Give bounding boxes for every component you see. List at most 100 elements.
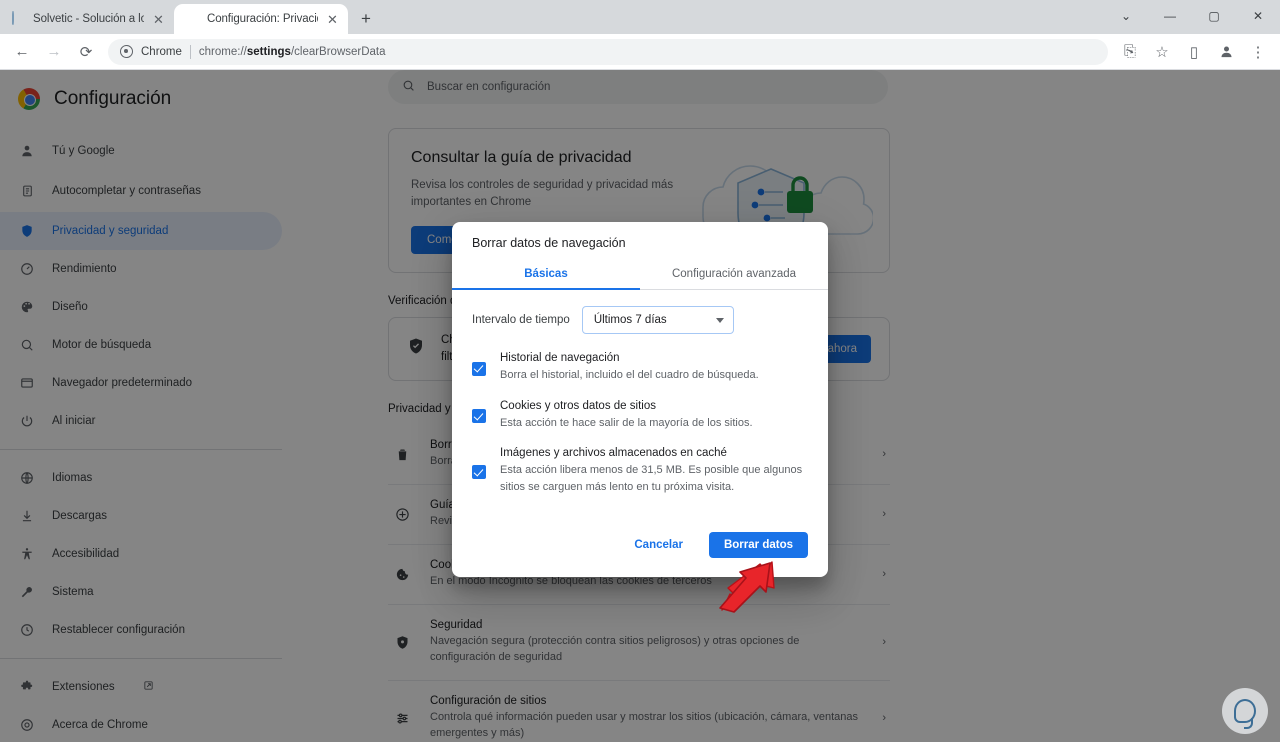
search-placeholder: Buscar en configuración bbox=[427, 81, 551, 93]
cancel-button[interactable]: Cancelar bbox=[618, 531, 699, 559]
sidebar-item-al-iniciar[interactable]: Al iniciar bbox=[0, 402, 282, 440]
sidebar-item-sistema[interactable]: Sistema bbox=[0, 573, 282, 611]
palette-icon bbox=[18, 300, 36, 314]
url-bold: settings bbox=[246, 45, 291, 58]
close-icon[interactable]: ✕ bbox=[325, 12, 340, 27]
security-shield-icon bbox=[392, 635, 412, 650]
option-title: Cookies y otros datos de sitios bbox=[500, 399, 656, 412]
sidebar-item-label: Sistema bbox=[52, 585, 94, 598]
settings-row-seguridad[interactable]: Seguridad Navegación segura (protección … bbox=[388, 605, 890, 681]
chevron-down-icon bbox=[715, 317, 724, 323]
row-text: Seguridad Navegación segura (protección … bbox=[430, 619, 864, 666]
chrome-menu-icon[interactable]: ⋮ bbox=[1244, 38, 1272, 66]
power-icon bbox=[18, 414, 36, 428]
side-panel-icon[interactable]: ▯ bbox=[1180, 38, 1208, 66]
restore-icon bbox=[18, 623, 36, 637]
sidebar-item-diseno[interactable]: Diseño bbox=[0, 288, 282, 326]
maximize-icon[interactable]: ▢ bbox=[1192, 0, 1236, 32]
reload-icon[interactable]: ⟳ bbox=[72, 38, 100, 66]
globe-icon bbox=[18, 471, 36, 485]
address-bar[interactable]: Chrome chrome://settings/clearBrowserDat… bbox=[108, 38, 1108, 65]
chrome-icon bbox=[18, 718, 36, 732]
bookmark-star-icon[interactable]: ☆ bbox=[1148, 38, 1176, 66]
browser-tab-solvetic[interactable]: Solvetic - Solución a los problem ✕ bbox=[0, 4, 174, 34]
sidebar-item-label: Motor de búsqueda bbox=[52, 338, 152, 351]
guide-icon bbox=[392, 507, 412, 522]
sidebar-item-privacidad-y-seguridad[interactable]: Privacidad y seguridad bbox=[0, 212, 282, 250]
shield-globe-icon bbox=[18, 224, 36, 238]
option-historial-navegacion[interactable]: Historial de navegación Borra el histori… bbox=[472, 352, 808, 384]
checkbox-cookies[interactable] bbox=[472, 409, 486, 424]
minimize-icon[interactable]: — bbox=[1148, 0, 1192, 32]
external-link-icon bbox=[143, 680, 154, 694]
search-input[interactable]: Buscar en configuración bbox=[388, 70, 888, 104]
dialog-title: Borrar datos de navegación bbox=[472, 236, 626, 250]
sidebar-item-label: Accesibilidad bbox=[52, 547, 120, 560]
settings-title-text: Configuración bbox=[54, 88, 172, 109]
tab-basicas[interactable]: Básicas bbox=[452, 260, 640, 290]
checkbox-historial[interactable] bbox=[472, 361, 486, 376]
sidebar-item-label: Tú y Google bbox=[52, 144, 115, 157]
sidebar-item-label: Extensiones bbox=[52, 680, 115, 693]
share-icon[interactable]: ⎘ bbox=[1116, 38, 1144, 66]
forward-icon[interactable]: → bbox=[40, 38, 68, 66]
settings-row-configuracion-sitios[interactable]: Configuración de sitios Controla qué inf… bbox=[388, 681, 890, 742]
option-cookies[interactable]: Cookies y otros datos de sitios Esta acc… bbox=[472, 400, 808, 432]
back-icon[interactable]: ← bbox=[8, 38, 36, 66]
sidebar-item-label: Acerca de Chrome bbox=[52, 718, 148, 731]
speedometer-icon bbox=[18, 262, 36, 276]
sidebar-item-extensiones[interactable]: Extensiones bbox=[0, 668, 282, 706]
tab-configuracion-avanzada[interactable]: Configuración avanzada bbox=[640, 260, 828, 289]
chevron-right-icon: › bbox=[882, 448, 886, 461]
option-title: Imágenes y archivos almacenados en caché bbox=[500, 447, 727, 459]
wrench-icon bbox=[18, 585, 36, 599]
page-title: Configuración bbox=[0, 70, 300, 118]
row-subtitle: Navegación segura (protección contra sit… bbox=[430, 634, 800, 663]
sidebar-item-label: Privacidad y seguridad bbox=[52, 224, 169, 237]
sidebar-item-motor-de-busqueda[interactable]: Motor de búsqueda bbox=[0, 326, 282, 364]
browser-window-icon bbox=[18, 376, 36, 390]
option-cache[interactable]: Imágenes y archivos almacenados en caché… bbox=[472, 447, 808, 495]
option-title: Historial de navegación bbox=[500, 352, 620, 364]
time-range-value: Últimos 7 días bbox=[593, 314, 667, 326]
site-label: Chrome bbox=[141, 45, 182, 58]
sidebar-item-autocompletar[interactable]: Autocompletar y contraseñas bbox=[0, 170, 282, 212]
url-suffix: /clearBrowserData bbox=[290, 45, 386, 58]
close-window-icon[interactable]: ✕ bbox=[1236, 0, 1280, 32]
browser-toolbar: ← → ⟳ Chrome chrome://settings/clearBrow… bbox=[0, 34, 1280, 70]
option-subtitle: Borra el historial, incluido el del cuad… bbox=[500, 369, 759, 381]
sidebar-item-label: Restablecer configuración bbox=[52, 623, 185, 636]
chrome-icon bbox=[120, 45, 133, 58]
sidebar-item-label: Idiomas bbox=[52, 471, 93, 484]
sidebar-item-navegador-predeterminado[interactable]: Navegador predeterminado bbox=[0, 364, 282, 402]
url-prefix: chrome:// bbox=[198, 45, 247, 58]
option-text: Imágenes y archivos almacenados en caché… bbox=[500, 447, 808, 495]
clear-browsing-data-dialog: Borrar datos de navegación Básicas Confi… bbox=[452, 222, 828, 577]
tab-search-icon[interactable]: ⌄ bbox=[1104, 0, 1148, 32]
sidebar-item-acerca-de-chrome[interactable]: Acerca de Chrome bbox=[0, 706, 282, 742]
tab-title: Solvetic - Solución a los problem bbox=[33, 13, 144, 25]
clear-data-button[interactable]: Borrar datos bbox=[708, 532, 808, 558]
sidebar-item-idiomas[interactable]: Idiomas bbox=[0, 459, 282, 497]
time-range-select[interactable]: Últimos 7 días bbox=[581, 306, 734, 334]
profile-avatar-icon[interactable] bbox=[1212, 38, 1240, 66]
sliders-icon bbox=[392, 711, 412, 726]
tab-strip: Solvetic - Solución a los problem ✕ Conf… bbox=[0, 0, 1280, 34]
new-tab-button[interactable]: + bbox=[352, 5, 380, 33]
checkbox-cache[interactable] bbox=[472, 465, 486, 479]
time-range-label: Intervalo de tiempo bbox=[472, 314, 570, 326]
dialog-body: Intervalo de tiempo Últimos 7 días Histo… bbox=[452, 290, 828, 531]
sidebar-item-accesibilidad[interactable]: Accesibilidad bbox=[0, 535, 282, 573]
sidebar-item-descargas[interactable]: Descargas bbox=[0, 497, 282, 535]
sidebar-divider bbox=[0, 658, 282, 659]
sidebar-item-rendimiento[interactable]: Rendimiento bbox=[0, 250, 282, 288]
browser-tab-settings[interactable]: Configuración: Privacidad y segu ✕ bbox=[174, 4, 348, 34]
chevron-right-icon: › bbox=[882, 636, 886, 649]
sidebar-item-tu-y-google[interactable]: Tú y Google bbox=[0, 132, 282, 170]
close-icon[interactable]: ✕ bbox=[151, 12, 166, 27]
sidebar-item-restablecer-configuracion[interactable]: Restablecer configuración bbox=[0, 611, 282, 649]
search-icon bbox=[18, 338, 36, 352]
sidebar-nav: Tú y Google Autocompletar y contraseñas … bbox=[0, 132, 300, 742]
trash-icon bbox=[392, 447, 412, 462]
gear-icon bbox=[185, 12, 200, 27]
